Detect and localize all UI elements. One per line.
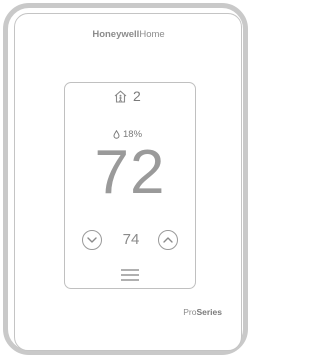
chevron-down-icon bbox=[87, 237, 97, 243]
occupancy-count: 2 bbox=[133, 88, 141, 104]
series-name-regular: Pro bbox=[183, 307, 197, 317]
increase-setpoint-button[interactable] bbox=[158, 230, 178, 250]
chevron-up-icon bbox=[163, 237, 173, 243]
menu-button[interactable] bbox=[121, 269, 139, 281]
decrease-setpoint-button[interactable] bbox=[82, 230, 102, 250]
menu-icon bbox=[121, 269, 139, 271]
series-logo: ProSeries bbox=[150, 307, 222, 317]
setpoint-temperature: 74 bbox=[122, 231, 140, 248]
current-temperature: 72 bbox=[94, 138, 166, 207]
brand-name-bold: Honeywell bbox=[92, 29, 140, 40]
home-person-icon bbox=[114, 89, 127, 103]
occupancy-indicator[interactable]: 2 bbox=[114, 88, 141, 104]
series-name-bold: Series bbox=[196, 307, 222, 317]
brand-logo: HoneywellHome bbox=[0, 29, 257, 40]
brand-name-regular: Home bbox=[139, 29, 165, 40]
